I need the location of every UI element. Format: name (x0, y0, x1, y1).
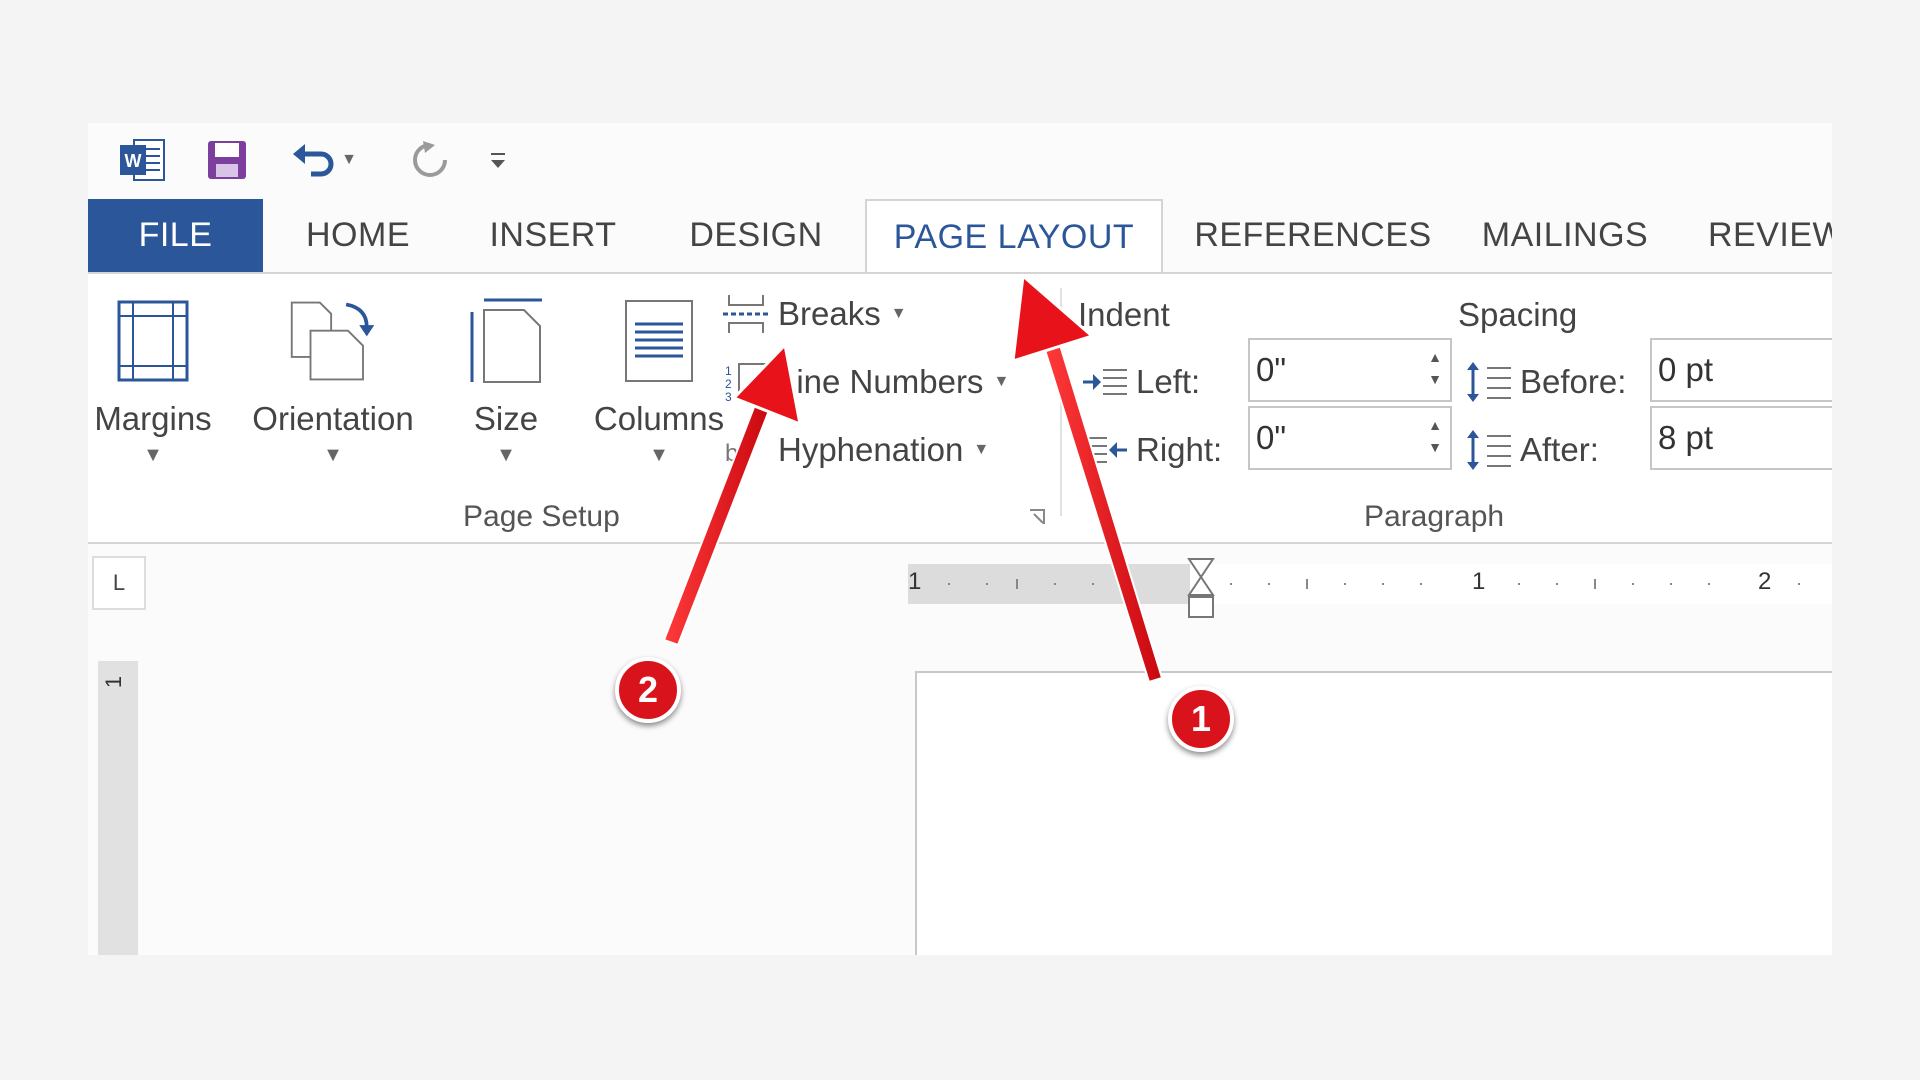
hyphenation-label: Hyphenation (778, 431, 964, 468)
svg-text:W: W (125, 151, 142, 171)
indent-right-icon (1080, 428, 1130, 472)
chevron-down-icon: ▼ (323, 444, 343, 466)
word-logo-icon[interactable]: W (116, 131, 168, 189)
orientation-label: Orientation (252, 400, 414, 437)
spacing-after-icon (1464, 428, 1514, 472)
undo-icon (293, 144, 334, 177)
ruler-number: 1 (101, 675, 127, 689)
size-button[interactable]: Size ▼ (456, 296, 556, 467)
step-badge-1: 1 (1168, 686, 1234, 752)
vertical-ruler[interactable]: 1 (98, 661, 138, 955)
columns-icon (614, 296, 704, 386)
tab-mailings[interactable]: MAILINGS (1465, 199, 1665, 272)
margins-label: Margins (94, 400, 212, 437)
indent-left-label-row: Left: (1080, 360, 1200, 404)
quick-access-toolbar: W ▼ (88, 123, 1832, 199)
spacing-before-label-row: Before: (1464, 360, 1626, 404)
indent-right-label-row: Right: (1080, 428, 1222, 472)
horizontal-ruler[interactable]: 1 1 2 (908, 564, 1832, 604)
svg-text:3: 3 (725, 390, 732, 403)
line-numbers-button[interactable]: 1 2 3 Line Numbers ▼ (720, 360, 1009, 404)
hyphenation-icon: b- (720, 428, 772, 472)
indent-left-label: Left: (1136, 363, 1201, 400)
page-setup-group-label: Page Setup (463, 500, 620, 533)
chevron-down-icon: ▼ (993, 373, 1010, 390)
indent-left-input[interactable]: 0" ▲ ▼ (1248, 338, 1452, 402)
chevron-down-icon: ▼ (649, 444, 669, 466)
breaks-icon (720, 292, 772, 336)
spacing-after-input[interactable]: 8 pt (1650, 406, 1832, 470)
chevron-down-icon: ▼ (496, 444, 516, 466)
indent-right-label: Right: (1136, 431, 1223, 468)
spacing-before-value: 0 pt (1658, 351, 1714, 388)
tab-home[interactable]: HOME (278, 199, 438, 272)
indent-left-icon (1080, 360, 1130, 404)
indent-title: Indent (1078, 296, 1170, 333)
word-window: W ▼ FILE HOME INSERT DESIGN PAGE LAYOUT … (88, 123, 1832, 955)
tab-insert[interactable]: INSERT (468, 199, 638, 272)
columns-button[interactable]: Columns ▼ (584, 296, 734, 467)
chevron-down-icon: ▼ (890, 305, 907, 322)
chevron-down-icon: ▼ (973, 441, 990, 458)
line-numbers-label: Line Numbers (778, 363, 984, 400)
spacing-after-label: After: (1520, 431, 1599, 468)
indent-marker-icon[interactable] (1186, 557, 1216, 621)
orientation-icon (288, 296, 378, 386)
indent-right-value: 0" (1256, 419, 1287, 456)
redo-icon[interactable] (404, 131, 456, 189)
orientation-button[interactable]: Orientation ▼ (238, 296, 428, 467)
tab-file[interactable]: FILE (88, 199, 263, 272)
tab-selector[interactable]: L (92, 556, 146, 610)
margins-icon (108, 296, 198, 386)
tab-page-layout[interactable]: PAGE LAYOUT (865, 199, 1163, 274)
spacing-title: Spacing (1458, 296, 1578, 333)
dialog-launcher-icon[interactable] (1028, 508, 1048, 528)
tab-review[interactable]: REVIEW (1688, 199, 1832, 272)
spin-arrows-icon[interactable]: ▲ ▼ (1428, 346, 1442, 390)
ruler-ticks (948, 579, 1800, 589)
spacing-after-value: 8 pt (1658, 419, 1714, 456)
indent-left-value: 0" (1256, 351, 1287, 388)
group-divider (1060, 288, 1062, 516)
undo-button[interactable]: ▼ (284, 131, 364, 189)
spacing-before-input[interactable]: 0 pt (1650, 338, 1832, 402)
paragraph-group-label: Paragraph (1364, 500, 1505, 533)
size-label: Size (473, 400, 539, 437)
step-badge-2: 2 (615, 657, 681, 723)
spacing-after-label-row: After: (1464, 428, 1599, 472)
tab-design[interactable]: DESIGN (666, 199, 846, 272)
customize-qat-icon[interactable] (482, 131, 514, 189)
svg-text:2: 2 (725, 377, 732, 391)
spacing-before-icon (1464, 360, 1514, 404)
margins-button[interactable]: Margins ▼ (94, 296, 212, 467)
indent-right-input[interactable]: 0" ▲ ▼ (1248, 406, 1452, 470)
chevron-down-icon: ▼ (143, 444, 163, 466)
breaks-button[interactable]: Breaks ▼ (720, 292, 907, 336)
svg-text:b-: b- (725, 440, 746, 467)
columns-label: Columns (593, 400, 725, 437)
document-page[interactable] (915, 671, 1832, 955)
ribbon-page-layout: Margins ▼ Orientation ▼ Size ▼ Columns ▼… (88, 272, 1832, 544)
size-icon (461, 296, 551, 386)
save-icon[interactable] (202, 131, 252, 189)
chevron-down-icon[interactable]: ▼ (341, 151, 357, 169)
line-numbers-icon: 1 2 3 (720, 360, 772, 404)
breaks-label: Breaks (778, 295, 881, 332)
hyphenation-button[interactable]: b- Hyphenation ▼ (720, 428, 989, 472)
spin-arrows-icon[interactable]: ▲ ▼ (1428, 414, 1442, 458)
tab-references[interactable]: REFERENCES (1193, 199, 1433, 272)
svg-text:1: 1 (725, 364, 732, 378)
spacing-before-label: Before: (1520, 363, 1627, 400)
ribbon-tabs: FILE HOME INSERT DESIGN PAGE LAYOUT REFE… (88, 199, 1832, 274)
